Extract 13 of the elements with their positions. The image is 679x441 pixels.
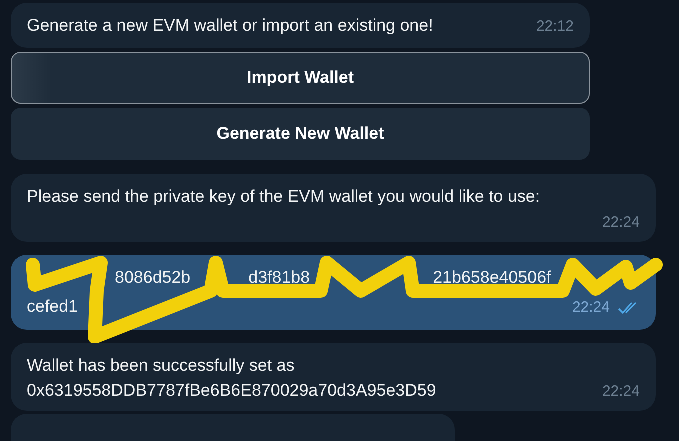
message-time: 22:24 <box>572 298 610 318</box>
keyboard-button[interactable]: Generate New Wallet <box>11 108 590 160</box>
message-text: Wallet has been successfully set as 0x6319558DDB7787fBe6B6E870029a70d3A95e3D59 <box>27 354 436 402</box>
message-time: 22:12 <box>536 17 574 37</box>
message-text: 21b658e40506f <box>433 266 552 288</box>
message-time: 22:24 <box>602 382 640 402</box>
message-time: 22:24 <box>602 214 640 231</box>
keyboard-button[interactable]: Import Wallet <box>11 52 590 104</box>
message-text: d3f81b8 <box>248 266 310 288</box>
message-text: 8086d52b <box>115 266 191 288</box>
message-text: Generate a new EVM wallet or import an existing one! <box>27 15 434 37</box>
message-text: Please send the private key of the EVM wallet you would like to use: <box>27 186 542 208</box>
message-text: cefed1 <box>27 296 78 318</box>
